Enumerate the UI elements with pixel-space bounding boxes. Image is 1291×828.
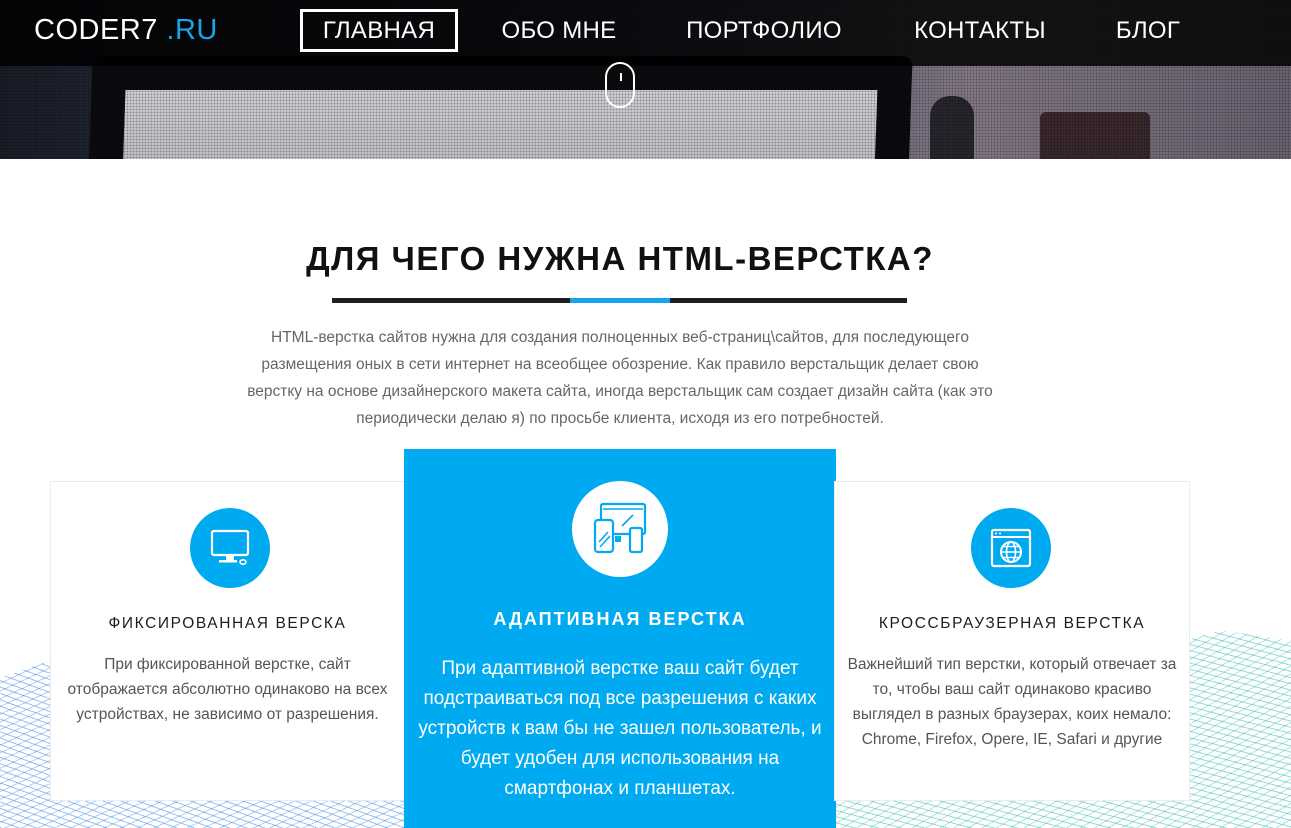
site-logo[interactable]: CODER7 .RU	[34, 14, 218, 47]
desktop-monitor-icon	[190, 508, 270, 588]
feature-card-fixed: ФИКСИРОВАННАЯ ВЕРСКА При фиксированной в…	[50, 481, 405, 801]
logo-suffix-text: .RU	[166, 14, 218, 46]
nav-item-about[interactable]: ОБО МНЕ	[490, 9, 628, 52]
feature-card-adaptive: АДАПТИВНАЯ ВЕРСТКА При адаптивной верстк…	[404, 449, 836, 828]
section-intro-text: HTML-верстка сайтов нужна для создания п…	[247, 329, 993, 427]
responsive-devices-icon	[572, 481, 668, 577]
card-text: Важнейший тип верстки, который отвечает …	[847, 656, 1177, 748]
card-title: КРОССБРАУЗЕРНАЯ ВЕРСТКА	[878, 615, 1146, 632]
card-title: АДАПТИВНАЯ ВЕРСТКА	[493, 609, 747, 629]
mouse-scroll-icon[interactable]	[605, 62, 635, 108]
logo-main-text: CODER7	[34, 14, 158, 46]
nav-item-contacts[interactable]: КОНТАКТЫ	[905, 9, 1055, 52]
title-underline-accent	[570, 298, 670, 303]
feature-card-crossbrowser: КРОССБРАУЗЕРНАЯ ВЕРСТКА Важнейший тип ве…	[834, 481, 1190, 801]
browser-globe-icon	[971, 508, 1051, 588]
nav-item-blog[interactable]: БЛОГ	[1106, 9, 1190, 52]
card-text: При фиксированной верстке, сайт отобража…	[67, 656, 388, 723]
card-title: ФИКСИРОВАННАЯ ВЕРСКА	[108, 615, 347, 632]
title-underline	[332, 298, 907, 303]
section-title: ДЛЯ ЧЕГО НУЖНА HTML-ВЕРСТКА?	[306, 240, 934, 277]
nav-item-portfolio[interactable]: ПОРТФОЛИО	[676, 9, 852, 52]
card-text: При адаптивной верстке ваш сайт будет по…	[418, 658, 822, 799]
top-navbar: CODER7 .RU ГЛАВНАЯ ОБО МНЕ ПОРТФОЛИО КОН…	[0, 0, 1291, 66]
nav-item-home[interactable]: ГЛАВНАЯ	[300, 9, 458, 52]
